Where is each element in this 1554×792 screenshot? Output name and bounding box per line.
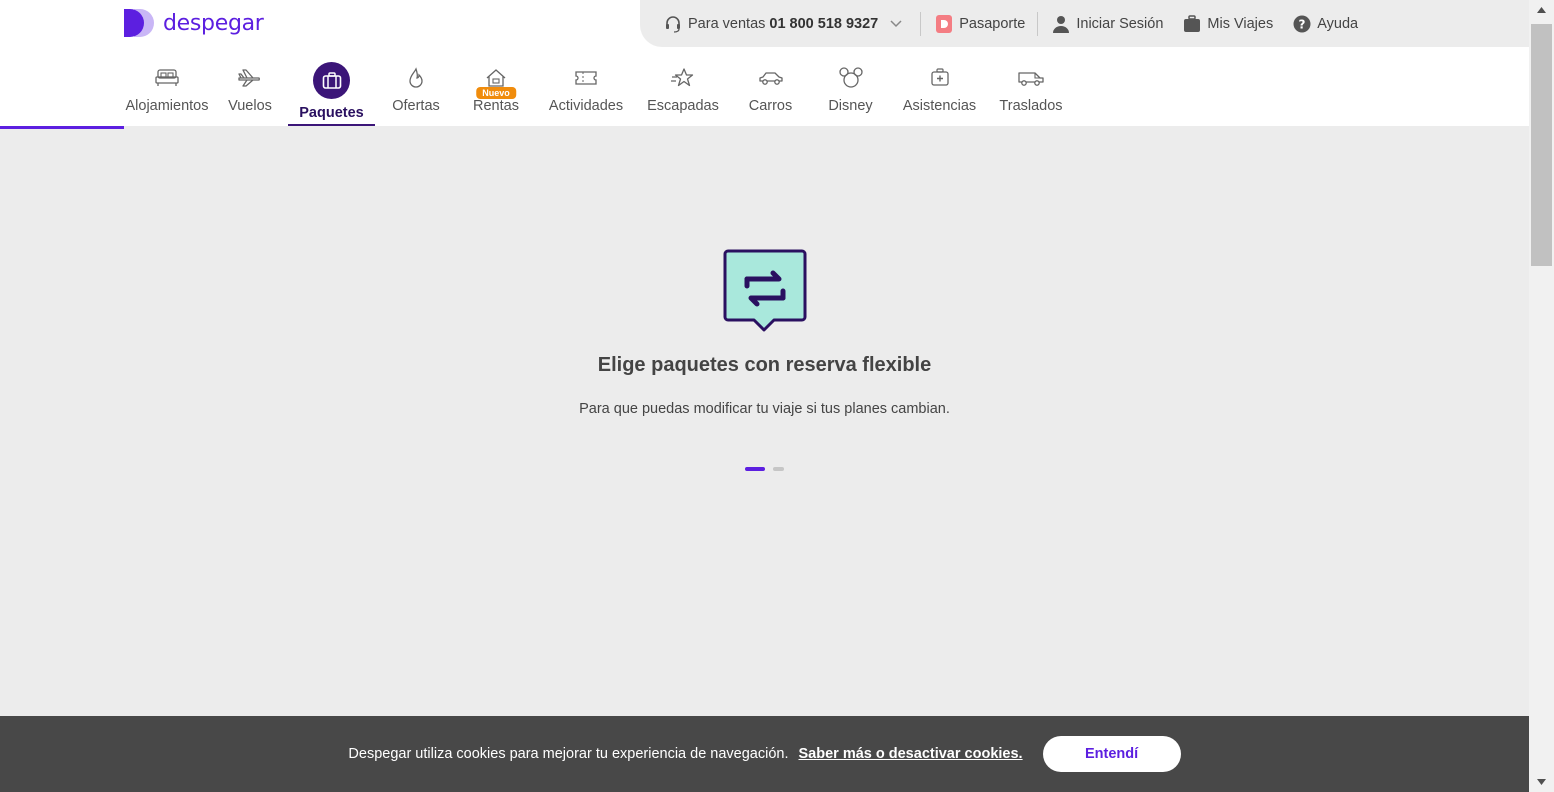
sales-phone-dropdown[interactable]: Para ventas 01 800 518 9327 [640,0,902,47]
cookie-banner: Despegar utiliza cookies para mejorar tu… [0,716,1529,792]
luggage-icon [1184,14,1201,32]
sales-label: Para ventas [688,15,766,32]
flexible-booking-icon [723,249,806,332]
headset-icon [666,15,680,33]
divider [1037,11,1039,36]
cookie-message: Despegar utiliza cookies para mejorar tu… [348,746,789,762]
carousel-pagination [745,467,784,471]
cookie-settings-link[interactable]: Saber más o desactivar cookies. [799,746,1023,762]
help-label: Ayuda [1317,15,1359,32]
nav-label: Escapadas [647,98,719,114]
nav-item-carros[interactable]: Carros [729,56,812,126]
nav-label: Disney [828,98,873,114]
help-link[interactable]: ? Ayuda [1293,0,1358,47]
svg-text:?: ? [1299,17,1306,31]
nav-item-disney[interactable]: Disney [812,56,889,126]
nav-label: Ofertas [392,98,440,114]
scrollbar-thumb[interactable] [1531,24,1552,266]
nav-label: Alojamientos [125,98,209,114]
page-load-indicator [0,126,124,129]
carousel-dot[interactable] [773,467,784,471]
pasaporte-label: Pasaporte [959,15,1026,32]
nav-label: Rentas [473,98,519,114]
nav-item-actividades[interactable]: Actividades [535,56,637,126]
login-label: Iniciar Sesión [1076,15,1164,32]
nav-item-escapadas[interactable]: Escapadas [637,56,729,126]
nav-label: Paquetes [299,105,364,121]
scrollbar[interactable] [1529,0,1554,792]
nav-label: Actividades [548,98,624,114]
product-nav: Alojamientos Vuelos Paquetes Ofertas Nue… [112,56,1072,126]
nav-label: Asistencias [902,98,977,114]
car-icon [758,66,784,90]
nav-label: Traslados [999,98,1063,114]
scroll-up-arrow-icon[interactable] [1529,0,1554,20]
nav-item-ofertas[interactable]: Ofertas [375,56,457,126]
new-badge: Nuevo [476,87,516,99]
banner-subtitle: Para que puedas modificar tu viaje si tu… [579,401,950,417]
medkit-icon [929,66,951,90]
flexible-booking-banner: Elige paquetes con reserva flexible Para… [0,240,1529,417]
passport-icon [936,14,953,33]
van-icon [1017,66,1045,90]
nav-item-asistencias[interactable]: Asistencias [889,56,990,126]
my-trips-link[interactable]: Mis Viajes [1183,0,1273,47]
user-icon [1053,15,1070,33]
help-icon: ? [1293,15,1311,32]
banner-title: Elige paquetes con reserva flexible [597,354,932,376]
logo-mark-icon [124,9,154,37]
nav-label: Carros [748,98,793,114]
nav-item-vuelos[interactable]: Vuelos [222,56,278,126]
site-header: despegar Para ventas 01 800 518 9327 Pas… [0,0,1529,126]
nav-label: Vuelos [228,98,272,114]
login-link[interactable]: Iniciar Sesión [1052,0,1163,47]
suitcase-icon [313,62,350,99]
nav-item-paquetes[interactable]: Paquetes [288,56,375,126]
nav-item-alojamientos[interactable]: Alojamientos [112,56,222,126]
top-utility-bar: Para ventas 01 800 518 9327 Pasaporte In… [640,0,1529,47]
pasaporte-link[interactable]: Pasaporte [935,0,1025,47]
sales-phone: 01 800 518 9327 [769,15,879,32]
divider [920,11,922,36]
carousel-dot-active[interactable] [745,467,765,471]
plane-icon [237,66,263,90]
star-icon [670,66,696,90]
logo-text: despegar [163,10,264,36]
bed-icon [155,66,179,90]
ticket-icon [574,66,598,90]
flame-icon [407,66,425,90]
mickey-icon [838,66,863,90]
nav-item-traslados[interactable]: Traslados [990,56,1072,126]
scroll-down-arrow-icon[interactable] [1529,772,1554,792]
chevron-down-icon [890,19,902,27]
my-trips-label: Mis Viajes [1207,15,1274,32]
accept-cookies-button[interactable]: Entendí [1042,736,1181,772]
nav-item-rentas[interactable]: Nuevo Rentas [457,56,535,126]
despegar-logo[interactable]: despegar [124,6,264,40]
